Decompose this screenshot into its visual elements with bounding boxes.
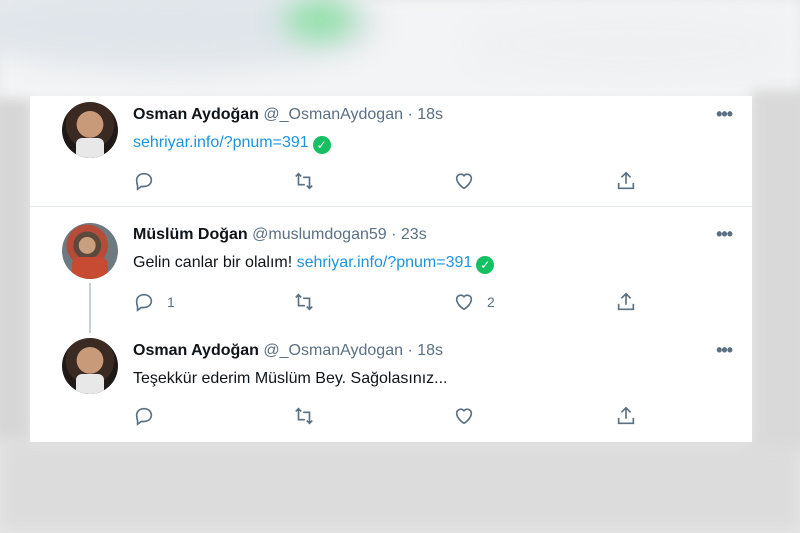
reply-icon [135, 172, 153, 191]
author-name[interactable]: Osman Aydoğan [133, 342, 259, 359]
tweet-2[interactable]: Müslüm Doğan @muslumdogan59 · 23s ••• Ge… [30, 207, 752, 333]
tweet-text: Gelin canlar bir olalım! sehriyar.info/?… [133, 254, 495, 274]
reply-icon [135, 407, 153, 426]
heart-icon [455, 294, 473, 311]
thread-line [89, 283, 91, 333]
like-button[interactable]: 2 [453, 290, 495, 314]
share-button[interactable] [615, 290, 637, 314]
retweet-button[interactable] [293, 169, 315, 193]
timestamp[interactable]: 18s [417, 342, 443, 359]
tweet-header: Osman Aydoğan @_OsmanAydogan · 18s [133, 106, 443, 124]
retweet-icon [295, 172, 313, 190]
heart-icon [455, 408, 473, 425]
share-icon [617, 171, 635, 190]
more-horizontal-icon[interactable]: ••• [716, 340, 733, 361]
separator: · [407, 106, 413, 123]
like-button[interactable] [453, 169, 487, 193]
author-handle[interactable]: @muslumdogan59 [252, 226, 387, 243]
retweet-icon [295, 407, 313, 425]
author-name[interactable]: Osman Aydoğan [133, 106, 259, 123]
author-handle[interactable]: @_OsmanAydogan [263, 342, 403, 359]
share-button[interactable] [615, 169, 637, 193]
retweet-icon [295, 293, 313, 311]
retweet-button[interactable] [293, 404, 315, 428]
reply-button[interactable]: 1 [133, 290, 175, 314]
check-circle-icon: ✓ [312, 136, 331, 154]
reply-icon [135, 293, 153, 312]
tweet-text: Teşekkür ederim Müslüm Bey. Sağolasınız.… [133, 370, 448, 387]
tweet-header: Osman Aydoğan @_OsmanAydogan · 18s [133, 342, 443, 360]
tweet-1[interactable]: Osman Aydoğan @_OsmanAydogan · 18s ••• s… [30, 96, 752, 207]
share-icon [617, 406, 635, 425]
share-button[interactable] [615, 404, 637, 428]
avatar[interactable] [62, 223, 118, 279]
more-horizontal-icon[interactable]: ••• [716, 224, 733, 245]
avatar[interactable] [62, 338, 118, 394]
more-horizontal-icon[interactable]: ••• [716, 104, 733, 125]
separator: · [391, 226, 397, 243]
like-count: 2 [487, 294, 495, 310]
heart-icon [455, 173, 473, 190]
tweet-actions [133, 404, 653, 428]
reply-button[interactable] [133, 169, 167, 193]
tweet-link[interactable]: sehriyar.info/?pnum=391 [133, 134, 309, 151]
reply-count: 1 [167, 294, 175, 310]
tweet-3[interactable]: Osman Aydoğan @_OsmanAydogan · 18s ••• T… [30, 328, 752, 442]
tweet-link[interactable]: sehriyar.info/?pnum=391 [297, 254, 473, 271]
timestamp[interactable]: 18s [417, 106, 443, 123]
retweet-button[interactable] [293, 290, 315, 314]
timestamp[interactable]: 23s [401, 226, 427, 243]
like-button[interactable] [453, 404, 487, 428]
tweet-body: Gelin canlar bir olalım! [133, 254, 293, 271]
reply-button[interactable] [133, 404, 167, 428]
tweet-actions [133, 169, 653, 193]
separator: · [407, 342, 413, 359]
author-handle[interactable]: @_OsmanAydogan [263, 106, 403, 123]
author-name[interactable]: Müslüm Doğan [133, 226, 248, 243]
avatar[interactable] [62, 102, 118, 158]
share-icon [617, 292, 635, 311]
tweet-header: Müslüm Doğan @muslumdogan59 · 23s [133, 226, 427, 244]
check-circle-icon: ✓ [476, 256, 495, 274]
tweet-actions: 1 2 [133, 290, 653, 314]
tweet-thread-panel: Osman Aydoğan @_OsmanAydogan · 18s ••• s… [30, 96, 752, 442]
tweet-text: sehriyar.info/?pnum=391 ✓ [133, 134, 331, 154]
